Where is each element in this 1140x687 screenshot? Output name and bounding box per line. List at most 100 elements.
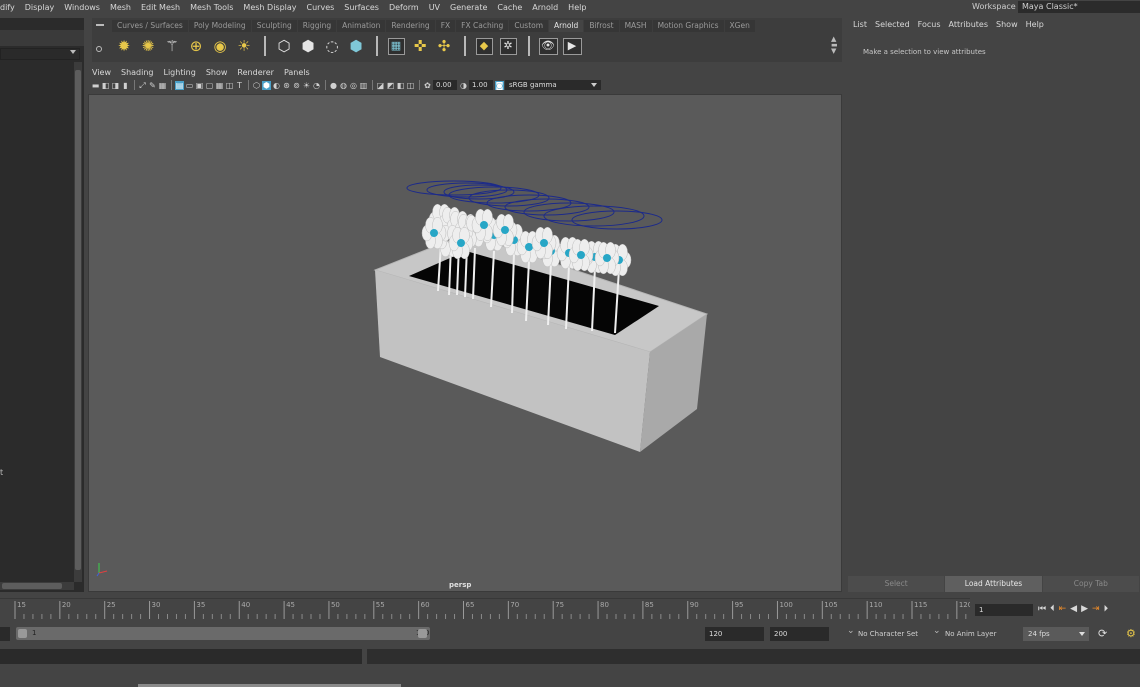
menu-display[interactable]: Display <box>20 3 60 12</box>
exposure-field[interactable]: 0.00 <box>433 80 457 90</box>
ipr-icon[interactable]: ✲ <box>499 37 517 55</box>
depth-of-field-icon[interactable]: ▥ <box>359 81 368 90</box>
safe-title-icon[interactable]: ◫ <box>225 81 234 90</box>
current-frame-field[interactable]: 1 <box>975 604 1033 616</box>
menu-generate[interactable]: Generate <box>445 3 492 12</box>
shelf-scroll-arrows[interactable]: ▲ ▬ ▼ <box>831 36 838 55</box>
select-button[interactable]: Select <box>848 576 945 592</box>
wireframe-on-shaded-icon[interactable]: ⊛ <box>282 81 291 90</box>
grease-pencil-icon[interactable]: ✎ <box>148 81 157 90</box>
film-gate-icon[interactable]: ▤ <box>175 80 184 90</box>
camera-attributes-icon[interactable]: ◧ <box>101 81 110 90</box>
screen-space-ao-icon[interactable]: ● <box>329 81 338 90</box>
resolution-gate-icon[interactable]: ▭ <box>185 81 194 90</box>
character-set-select[interactable]: No Character Set <box>844 624 928 641</box>
step-back-key-icon[interactable]: ⇤ <box>1059 604 1067 614</box>
light-portal-icon[interactable]: ◉ <box>210 36 230 56</box>
viewport-menu-renderer[interactable]: Renderer <box>232 68 279 77</box>
textured-icon[interactable]: ⊚ <box>292 81 301 90</box>
bookmark-icon[interactable]: ◨ <box>111 81 120 90</box>
menu-edit-mesh[interactable]: Edit Mesh <box>136 3 185 12</box>
outliner-hscroll-thumb[interactable] <box>2 583 62 589</box>
menu-surfaces[interactable]: Surfaces <box>339 3 384 12</box>
playback-end-field[interactable]: 120 <box>705 627 764 641</box>
mesh-light-icon[interactable]: ⚚ <box>162 36 182 56</box>
menu-deform[interactable]: Deform <box>384 3 424 12</box>
shadows-icon[interactable]: ◔ <box>312 81 321 90</box>
safe-action-icon[interactable]: ▦ <box>215 81 224 90</box>
antialiasing-icon[interactable]: ◎ <box>349 81 358 90</box>
play-forwards-icon[interactable]: ▶ <box>1081 604 1088 614</box>
outliner-scroll-thumb[interactable] <box>75 70 81 570</box>
shelf-tab-motion-graphics[interactable]: Motion Graphics <box>652 20 724 32</box>
isolate-select-icon[interactable]: ◪ <box>376 81 385 90</box>
color-management-icon[interactable]: ◙ <box>495 80 504 90</box>
skydome-light-icon[interactable]: ✹ <box>114 36 134 56</box>
range-end-handle[interactable] <box>418 629 427 638</box>
viewport-menu-lighting[interactable]: Lighting <box>158 68 200 77</box>
range-slider[interactable]: 1 120 <box>16 627 430 640</box>
menu-uv[interactable]: UV <box>424 3 445 12</box>
viewport-menu-show[interactable]: Show <box>201 68 233 77</box>
flush-cache-icon[interactable]: ✣ <box>434 36 454 56</box>
xray-icon[interactable]: ◩ <box>386 81 395 90</box>
viewport-menu-view[interactable]: View <box>87 68 116 77</box>
perspective-viewport[interactable]: persp <box>88 94 842 592</box>
texture-manager-icon[interactable]: ▦ <box>387 37 405 55</box>
image-plane-icon[interactable]: ▮ <box>121 81 130 90</box>
menu-curves[interactable]: Curves <box>302 3 340 12</box>
text-icon[interactable]: T <box>235 81 244 90</box>
shelf-tab-arnold[interactable]: Arnold <box>549 20 584 32</box>
physical-sky-icon[interactable]: ☀ <box>234 36 254 56</box>
menu-mesh-tools[interactable]: Mesh Tools <box>185 3 238 12</box>
fps-select[interactable]: 24 fps <box>1023 627 1089 641</box>
step-forward-frame-icon[interactable]: ⏵ <box>1104 604 1109 614</box>
shelf-settings-icon[interactable] <box>96 46 102 52</box>
render-icon[interactable]: ▶ <box>562 37 582 55</box>
xray-active-icon[interactable]: ◫ <box>406 81 415 90</box>
shelf-tab-curves-surfaces[interactable]: Curves / Surfaces <box>112 20 188 32</box>
anim-layer-select[interactable]: No Anim Layer <box>930 624 1014 641</box>
volume-icon[interactable]: ◌ <box>322 36 342 56</box>
menu-cache[interactable]: Cache <box>492 3 527 12</box>
shelf-tab-sculpting[interactable]: Sculpting <box>251 20 297 32</box>
outliner-list[interactable] <box>0 62 74 582</box>
select-camera-icon[interactable]: ▬ <box>91 81 100 90</box>
photometric-light-icon[interactable]: ⊕ <box>186 36 206 56</box>
copy-tab-button[interactable]: Copy Tab <box>1042 576 1139 592</box>
use-all-lights-icon[interactable]: ☀ <box>302 81 311 90</box>
menu-help[interactable]: Help <box>563 3 591 12</box>
step-back-frame-icon[interactable]: ⏴ <box>1050 604 1055 614</box>
wireframe-icon[interactable]: ⬡ <box>252 81 261 90</box>
shelf-tab-animation[interactable]: Animation <box>337 20 386 32</box>
outliner-search-field[interactable] <box>0 48 80 60</box>
workspace-select[interactable]: Maya Classic* <box>1018 1 1140 13</box>
create-standin-icon[interactable]: ⬢ <box>298 36 318 56</box>
shelf-tab-xgen[interactable]: XGen <box>724 20 755 32</box>
menu-mesh[interactable]: Mesh <box>105 3 136 12</box>
shelf-tab-custom[interactable]: Custom <box>509 20 549 32</box>
gate-mask-icon[interactable]: ▣ <box>195 81 204 90</box>
shelf-tab-fx-caching[interactable]: FX Caching <box>456 20 509 32</box>
ae-menu-focus[interactable]: Focus <box>915 20 946 32</box>
2d-pan-zoom-icon[interactable]: ⤢ <box>138 81 147 90</box>
field-chart-icon[interactable]: ▢ <box>205 81 214 90</box>
viewport-menu-shading[interactable]: Shading <box>116 68 159 77</box>
render-view-icon[interactable]: 👁 <box>538 37 558 55</box>
color-space-select[interactable]: sRGB gamma <box>505 80 601 90</box>
exposure-icon[interactable]: ✿ <box>423 81 432 90</box>
ae-menu-attributes[interactable]: Attributes <box>946 20 994 32</box>
go-to-start-icon[interactable]: ⏮ <box>1038 604 1046 614</box>
shelf-tab-poly-modeling[interactable]: Poly Modeling <box>188 20 251 32</box>
shelf-tab-mash[interactable]: MASH <box>619 20 652 32</box>
area-light-icon[interactable]: ✺ <box>138 36 158 56</box>
gamma-icon[interactable]: ◑ <box>459 81 468 90</box>
time-slider[interactable]: 15 20 25 30 35 40 45 50 55 60 65 70 75 80 85 90 95 100 105… <box>0 598 970 620</box>
menu-modify[interactable]: dify <box>0 3 20 12</box>
loop-icon[interactable]: ⟳ <box>1098 627 1107 640</box>
default-lighting-icon[interactable]: ◐ <box>272 81 281 90</box>
step-forward-key-icon[interactable]: ⇥ <box>1092 604 1100 614</box>
play-backwards-icon[interactable]: ◀ <box>1070 604 1077 614</box>
standin-icon[interactable]: ⬡ <box>274 36 294 56</box>
animation-preferences-icon[interactable]: ⚙ <box>1126 627 1136 640</box>
